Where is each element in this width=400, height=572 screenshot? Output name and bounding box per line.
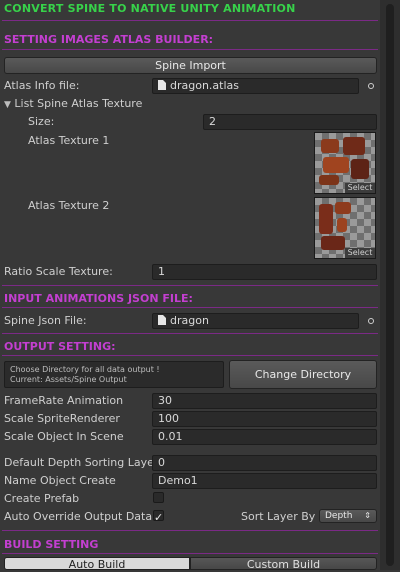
tab-custom-build[interactable]: Custom Build — [190, 557, 377, 571]
spine-import-button[interactable]: Spine Import — [4, 57, 377, 74]
divider — [2, 20, 378, 21]
divider — [2, 307, 378, 308]
object-picker-icon[interactable] — [368, 83, 374, 89]
depth-sorting-label: Default Depth Sorting Layer — [4, 456, 159, 469]
tab-auto-build[interactable]: Auto Build — [4, 557, 190, 571]
spine-json-value: dragon — [170, 314, 209, 327]
sprite-shape — [343, 137, 365, 155]
sprite-shape — [321, 236, 345, 250]
scrollbar-thumb[interactable] — [386, 4, 394, 566]
scale-sprite-label: Scale SpriteRenderer — [4, 412, 120, 425]
atlas-info-field[interactable]: dragon.atlas — [152, 78, 359, 94]
file-icon — [158, 80, 166, 90]
create-prefab-checkbox[interactable] — [153, 492, 164, 503]
divider — [2, 285, 378, 286]
divider — [2, 553, 378, 554]
sort-layer-dropdown[interactable]: Depth ⇕ — [319, 509, 377, 523]
scale-object-field[interactable]: 0.01 — [152, 429, 377, 445]
auto-override-label: Auto Override Output Data — [4, 510, 153, 523]
ratio-scale-label: Ratio Scale Texture: — [4, 265, 113, 278]
sort-layer-label: Sort Layer By — [241, 510, 316, 523]
sprite-shape — [321, 139, 339, 153]
framerate-label: FrameRate Animation — [4, 394, 124, 407]
file-icon — [158, 315, 166, 325]
spine-json-field[interactable]: dragon — [152, 313, 359, 329]
chevron-updown-icon: ⇕ — [364, 511, 371, 520]
atlas-info-label: Atlas Info file: — [4, 79, 80, 92]
sprite-shape — [323, 157, 349, 173]
list-foldout[interactable]: ▼ List Spine Atlas Texture — [4, 97, 142, 110]
atlas-texture-1-thumbnail[interactable]: Select — [314, 132, 376, 194]
ratio-scale-field[interactable]: 1 — [152, 264, 377, 280]
create-prefab-label: Create Prefab — [4, 492, 80, 505]
sprite-shape — [351, 159, 369, 179]
atlas-info-value: dragon.atlas — [170, 79, 240, 92]
framerate-field[interactable]: 30 — [152, 393, 377, 409]
name-object-label: Name Object Create — [4, 474, 116, 487]
size-label: Size: — [28, 115, 55, 128]
size-field[interactable]: 2 — [203, 114, 377, 130]
change-directory-button[interactable]: Change Directory — [229, 360, 377, 389]
checkmark-icon: ✓ — [154, 511, 164, 524]
sprite-shape — [319, 204, 333, 234]
select-button[interactable]: Select — [345, 183, 375, 193]
divider — [2, 333, 378, 334]
directory-instruction: Choose Directory for all data output ! — [10, 365, 160, 374]
object-picker-icon[interactable] — [368, 318, 374, 324]
name-object-field[interactable]: Demo1 — [152, 473, 377, 489]
atlas-texture-1-label: Atlas Texture 1 — [28, 134, 110, 147]
section-title-json: INPUT ANIMATIONS JSON FILE: — [4, 292, 193, 305]
select-button[interactable]: Select — [345, 248, 375, 258]
divider — [2, 49, 378, 50]
divider — [2, 530, 378, 531]
section-title-output: OUTPUT SETTING: — [4, 340, 116, 353]
triangle-down-icon: ▼ — [4, 100, 11, 110]
spine-json-label: Spine Json File: — [4, 314, 87, 327]
output-directory-info: Choose Directory for all data output ! C… — [4, 361, 224, 388]
sprite-shape — [337, 218, 347, 232]
section-title-build: BUILD SETTING — [4, 538, 99, 551]
current-directory: Current: Assets/Spine Output — [10, 375, 127, 384]
atlas-texture-2-thumbnail[interactable]: Select — [314, 197, 376, 259]
depth-sorting-field[interactable]: 0 — [152, 455, 377, 471]
sprite-shape — [335, 202, 351, 214]
section-title-atlas: SETTING IMAGES ATLAS BUILDER: — [4, 33, 214, 46]
divider — [2, 355, 378, 356]
scale-object-label: Scale Object In Scene — [4, 430, 124, 443]
scale-sprite-field[interactable]: 100 — [152, 411, 377, 427]
list-foldout-label: List Spine Atlas Texture — [14, 97, 143, 110]
auto-override-checkbox[interactable]: ✓ — [153, 510, 164, 524]
sort-layer-value: Depth — [325, 511, 353, 521]
sprite-shape — [319, 175, 339, 185]
atlas-texture-2-label: Atlas Texture 2 — [28, 199, 110, 212]
page-title: CONVERT SPINE TO NATIVE UNITY ANIMATION — [4, 2, 296, 15]
